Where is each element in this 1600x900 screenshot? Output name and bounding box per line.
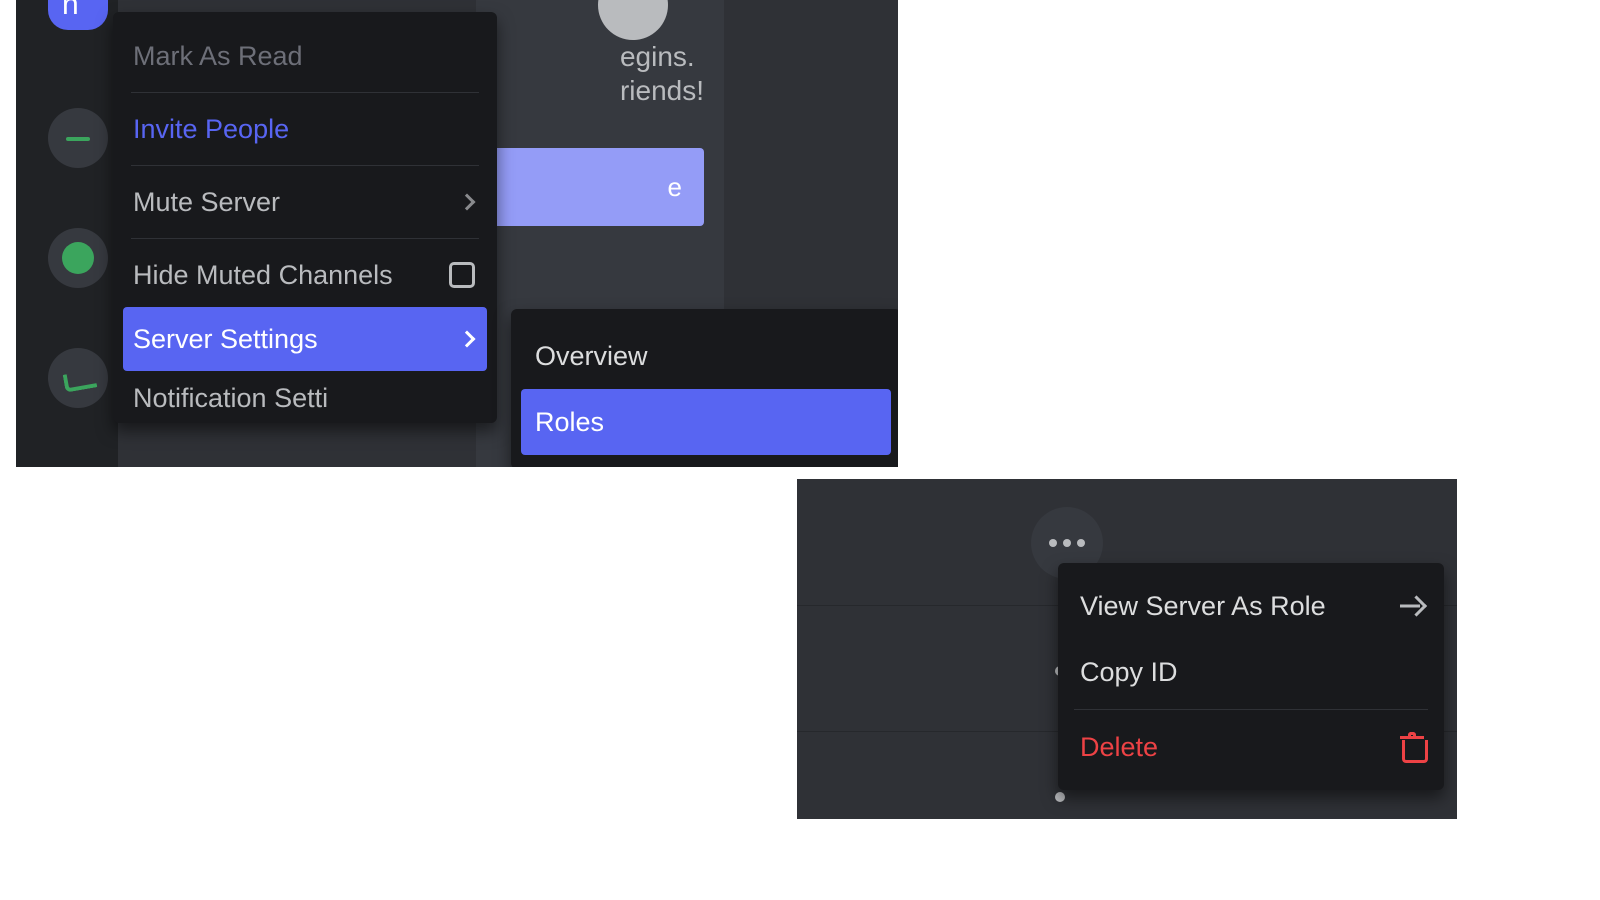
menu-item-view-server-as-role[interactable]: View Server As Role	[1068, 573, 1434, 639]
submenu-item-label: Overview	[535, 341, 648, 372]
menu-item-hide-muted-channels[interactable]: Hide Muted Channels	[123, 243, 487, 307]
chevron-right-icon	[459, 331, 476, 348]
menu-item-notification-settings-partial[interactable]: Notification Setti	[123, 371, 487, 411]
screenshot-panel-server-context-menu: n egins. riends! e Mark As Read Invite P…	[16, 0, 898, 467]
server-icon[interactable]	[48, 228, 108, 288]
arrow-right-icon	[1400, 594, 1424, 618]
welcome-action-button-label: e	[668, 172, 682, 203]
menu-item-label: Delete	[1080, 732, 1158, 763]
menu-separator	[131, 238, 479, 239]
welcome-avatar	[598, 0, 668, 40]
role-more-context-menu: View Server As Role Copy ID Delete	[1058, 563, 1444, 790]
server-icon[interactable]	[48, 348, 108, 408]
chevron-right-icon	[459, 194, 476, 211]
menu-item-copy-id[interactable]: Copy ID	[1068, 639, 1434, 705]
welcome-line-2: riends!	[620, 74, 704, 108]
menu-item-mute-server[interactable]: Mute Server	[123, 170, 487, 234]
menu-item-mark-as-read[interactable]: Mark As Read	[123, 24, 487, 88]
checkbox-icon	[449, 262, 475, 288]
submenu-item-overview[interactable]: Overview	[521, 323, 891, 389]
menu-item-label: View Server As Role	[1080, 591, 1326, 622]
role-color-dot	[1055, 792, 1065, 802]
menu-separator	[131, 165, 479, 166]
menu-item-label: Server Settings	[133, 324, 318, 355]
menu-separator	[131, 92, 479, 93]
menu-item-label: Mute Server	[133, 187, 280, 218]
welcome-line-1: egins.	[620, 40, 704, 74]
menu-separator	[1074, 709, 1428, 710]
menu-item-label: Mark As Read	[133, 41, 303, 72]
screenshot-panel-role-more-menu: View Server As Role Copy ID Delete	[797, 479, 1457, 819]
menu-item-label: Invite People	[133, 114, 289, 145]
welcome-text: egins. riends!	[620, 40, 704, 108]
trash-icon	[1400, 734, 1424, 760]
welcome-action-button[interactable]: e	[476, 148, 704, 226]
server-rail: n	[16, 0, 118, 467]
menu-item-invite-people[interactable]: Invite People	[123, 97, 487, 161]
server-icon[interactable]	[48, 108, 108, 168]
menu-item-server-settings[interactable]: Server Settings	[123, 307, 487, 371]
dot-icon	[1063, 539, 1071, 547]
server-context-menu: Mark As Read Invite People Mute Server H…	[113, 12, 497, 423]
dot-icon	[1077, 539, 1085, 547]
submenu-item-label: Roles	[535, 407, 604, 438]
server-settings-submenu: Overview Roles	[511, 309, 898, 467]
server-icon-selected[interactable]: n	[48, 0, 108, 30]
submenu-item-roles[interactable]: Roles	[521, 389, 891, 455]
menu-item-label: Hide Muted Channels	[133, 260, 393, 291]
menu-item-delete[interactable]: Delete	[1068, 714, 1434, 780]
dot-icon	[1049, 539, 1057, 547]
menu-item-label: Copy ID	[1080, 657, 1178, 688]
